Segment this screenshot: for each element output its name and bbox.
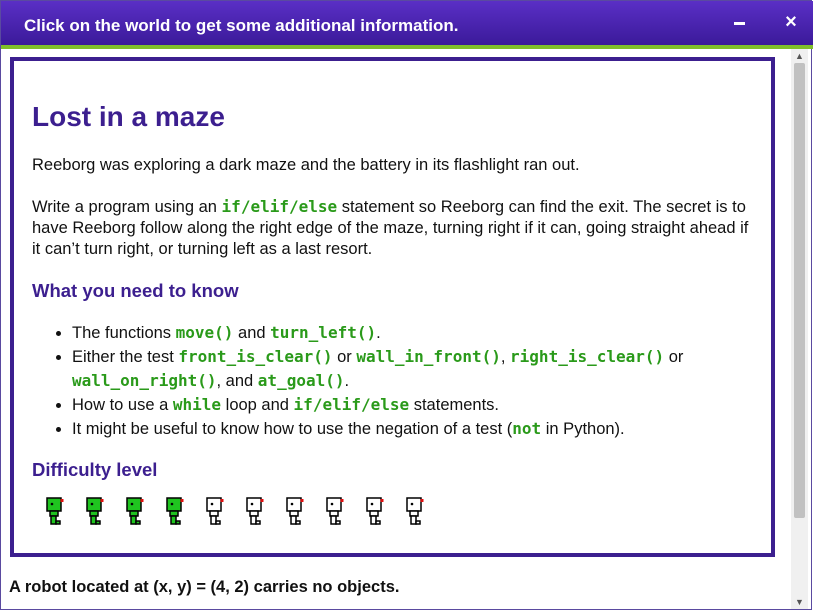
robot-icon-empty [402, 495, 442, 531]
content-panel: Lost in a maze Reeborg was exploring a d… [10, 57, 775, 557]
scrollbar-thumb[interactable] [794, 63, 805, 518]
vertical-scrollbar[interactable]: ▲ ▼ [791, 49, 808, 609]
minimize-button[interactable] [728, 11, 750, 33]
code-snippet: turn_left() [270, 323, 377, 342]
close-button[interactable]: × [780, 11, 802, 33]
text-fragment: . [376, 324, 381, 342]
code-snippet: move() [175, 323, 234, 342]
list-item: The functions move() and turn_left(). [72, 321, 753, 345]
robot-icon-filled [82, 495, 122, 531]
robot-icon-empty [362, 495, 402, 531]
robot-icon-filled [162, 495, 202, 531]
list-item: Either the test front_is_clear() or wall… [72, 345, 753, 393]
instructions-text: Write a program using an if/elif/else st… [32, 196, 753, 260]
robot-icon-empty [202, 495, 242, 531]
code-snippet: if/elif/else [293, 395, 410, 414]
title-underline [1, 45, 813, 49]
section-heading-difficulty: Difficulty level [32, 459, 158, 480]
scroll-up-arrow-icon[interactable]: ▲ [791, 49, 808, 63]
text-fragment: , [500, 348, 511, 366]
text-fragment: in Python). [541, 420, 625, 438]
text-fragment: How to use a [72, 396, 173, 414]
code-snippet: front_is_clear() [178, 347, 333, 366]
code-snippet: if/elif/else [221, 197, 338, 216]
dialog-title: Click on the world to get some additiona… [24, 16, 459, 35]
page-title: Lost in a maze [32, 101, 225, 132]
scroll-down-arrow-icon[interactable]: ▼ [791, 595, 808, 609]
code-snippet: not [512, 419, 542, 438]
difficulty-rating [42, 495, 753, 531]
code-snippet: at_goal() [257, 371, 345, 390]
list-item: It might be useful to know how to use th… [72, 417, 753, 441]
text-fragment: The functions [72, 324, 176, 342]
text-fragment: statements. [409, 396, 500, 414]
robot-icon-filled [42, 495, 82, 531]
text-fragment: and [233, 324, 271, 342]
intro-text: Reeborg was exploring a dark maze and th… [32, 156, 580, 174]
text-fragment: . [344, 372, 350, 390]
code-snippet: while [172, 395, 222, 414]
robot-icon-filled [122, 495, 162, 531]
text-fragment: or [664, 348, 684, 366]
code-snippet: right_is_clear() [510, 347, 665, 366]
minimize-icon [733, 21, 745, 25]
requirements-list: The functions move() and turn_left(). Ei… [32, 321, 753, 441]
text-fragment: Either the test [72, 348, 179, 366]
text-fragment: Write a program using an [32, 198, 222, 216]
text-fragment: or [332, 348, 357, 366]
status-text: A robot located at (x, y) = (4, 2) carri… [9, 578, 400, 596]
robot-icon-empty [322, 495, 362, 531]
dialog-titlebar[interactable]: Click on the world to get some additiona… [1, 1, 813, 45]
robot-icon-empty [282, 495, 322, 531]
text-fragment: loop and [221, 396, 294, 414]
text-fragment: It might be useful to know how to use th… [72, 420, 513, 438]
info-dialog: Click on the world to get some additiona… [0, 0, 813, 610]
code-snippet: wall_in_front() [356, 347, 501, 366]
robot-icon-empty [242, 495, 282, 531]
text-fragment: , and [216, 372, 258, 390]
section-heading-need-to-know: What you need to know [32, 280, 239, 301]
code-snippet: wall_on_right() [72, 371, 217, 390]
list-item: How to use a while loop and if/elif/else… [72, 393, 753, 417]
